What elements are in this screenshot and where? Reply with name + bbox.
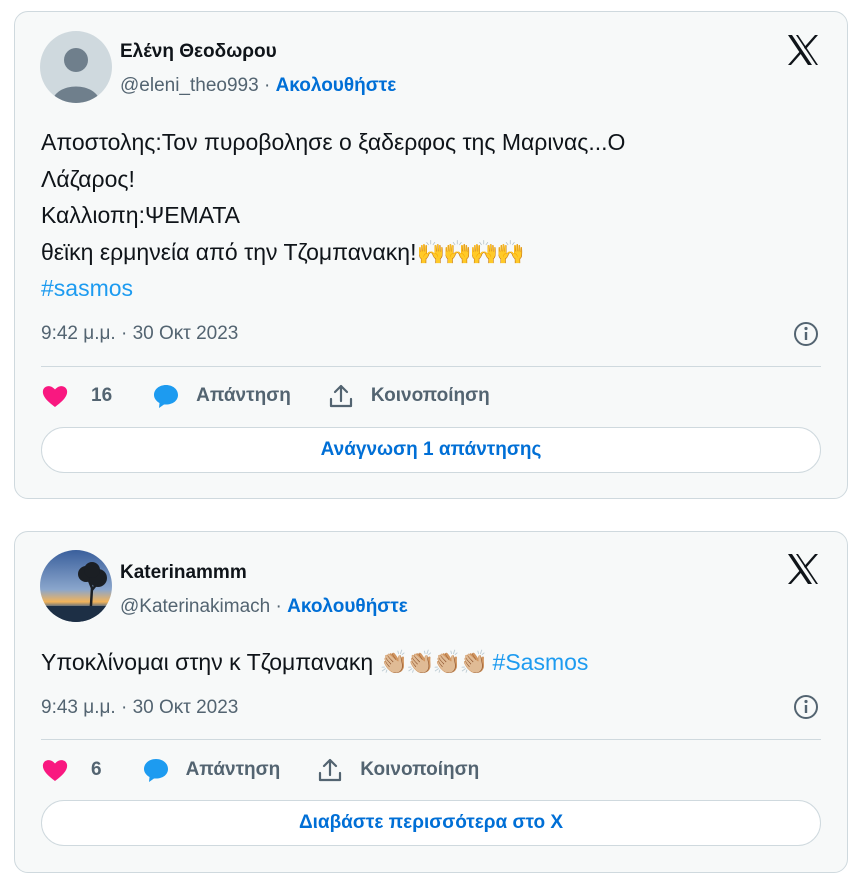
share-button[interactable]: Κοινοποίηση bbox=[329, 383, 490, 409]
divider bbox=[41, 366, 821, 367]
x-logo-icon[interactable] bbox=[785, 551, 821, 587]
read-replies-button[interactable]: Ανάγνωση 1 απάντησης bbox=[41, 427, 821, 473]
tweet-text-line: θεϊκη ερμηνεία από την Τζομπανακη! bbox=[41, 238, 417, 265]
timestamp[interactable]: 9:42 μ.μ. · 30 Οκτ 2023 bbox=[41, 323, 238, 345]
author-name[interactable]: Katerinammm bbox=[120, 562, 247, 584]
action-bar: 6 Απάντηση Κοινοποίηση bbox=[41, 755, 479, 785]
reply-label: Απάντηση bbox=[185, 759, 281, 780]
avatar[interactable] bbox=[40, 550, 112, 622]
tweet-text-line: Λάζαρος! bbox=[41, 165, 135, 192]
reply-label: Απάντηση bbox=[196, 385, 291, 406]
heart-icon bbox=[41, 757, 69, 783]
info-icon[interactable] bbox=[793, 694, 819, 720]
author-name[interactable]: Ελένη Θεοδωρου bbox=[120, 41, 277, 63]
like-count: 16 bbox=[91, 385, 113, 406]
tweet-card[interactable]: Katerinammm @Katerinakimach · Ακολουθήστ… bbox=[14, 531, 848, 873]
speech-bubble-icon bbox=[142, 757, 170, 783]
like-button[interactable]: 16 bbox=[41, 383, 112, 409]
heart-icon bbox=[41, 383, 69, 409]
tweet-text-line: Καλλιοπη:ΨΕΜΑΤΑ bbox=[41, 202, 241, 229]
separator: · bbox=[275, 596, 282, 617]
tweet-card[interactable]: Ελένη Θεοδωρου @eleni_theo993 · Ακολουθή… bbox=[14, 11, 848, 499]
x-logo-icon[interactable] bbox=[785, 32, 821, 68]
follow-button[interactable]: Ακολουθήστε bbox=[276, 75, 397, 96]
tweet-text: Αποστολης:Τον πυροβολησε ο ξαδερφος της … bbox=[41, 124, 823, 307]
divider bbox=[41, 739, 821, 740]
handle-line: @eleni_theo993 · Ακολουθήστε bbox=[120, 75, 396, 97]
share-label: Κοινοποίηση bbox=[360, 759, 480, 780]
reply-button[interactable]: Απάντηση bbox=[152, 383, 291, 409]
info-icon[interactable] bbox=[793, 321, 819, 347]
share-label: Κοινοποίηση bbox=[370, 385, 490, 406]
tweet-text-line: Αποστολης:Τον πυροβολησε ο ξαδερφος της … bbox=[41, 129, 626, 155]
hashtag-link[interactable]: #Sasmos bbox=[493, 649, 589, 675]
like-button[interactable]: 6 bbox=[41, 757, 102, 783]
handle-line: @Katerinakimach · Ακολουθήστε bbox=[120, 596, 408, 618]
read-more-on-x-button[interactable]: Διαβάστε περισσότερα στο X bbox=[41, 800, 821, 846]
reply-button[interactable]: Απάντηση bbox=[142, 757, 281, 783]
default-avatar[interactable] bbox=[40, 31, 112, 103]
author-handle[interactable]: @Katerinakimach bbox=[120, 596, 270, 617]
share-button[interactable]: Κοινοποίηση bbox=[318, 757, 479, 783]
tweet-text: Υποκλίνομαι στην κ Τζομπανακη 👏🏼👏🏼👏🏼👏🏼 #… bbox=[41, 644, 823, 681]
separator: · bbox=[263, 75, 271, 96]
tweet-text-line: Υποκλίνομαι στην κ Τζομπανακη bbox=[41, 649, 374, 675]
speech-bubble-icon bbox=[152, 383, 180, 409]
action-bar: 16 Απάντηση Κοινοποίηση bbox=[41, 381, 490, 411]
hashtag-link[interactable]: #sasmos bbox=[41, 275, 133, 301]
follow-button[interactable]: Ακολουθήστε bbox=[287, 596, 408, 617]
raising-hands-emoji: 🙌🙌🙌🙌 bbox=[416, 238, 525, 265]
clapping-hands-emoji: 👏🏼👏🏼👏🏼👏🏼 bbox=[379, 649, 489, 675]
share-upload-icon bbox=[329, 383, 353, 409]
like-count: 6 bbox=[91, 759, 102, 780]
author-handle[interactable]: @eleni_theo993 bbox=[120, 75, 259, 96]
timestamp[interactable]: 9:43 μ.μ. · 30 Οκτ 2023 bbox=[41, 697, 238, 719]
share-upload-icon bbox=[318, 757, 342, 783]
